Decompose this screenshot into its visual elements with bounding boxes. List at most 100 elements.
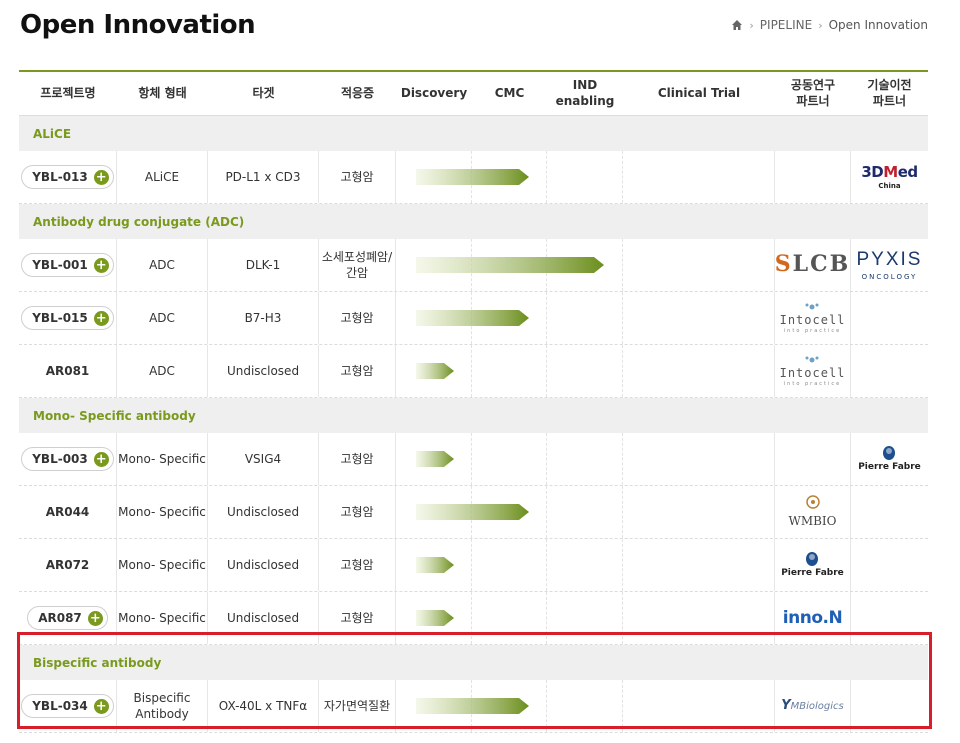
cell-format: Mono- Specific bbox=[117, 592, 208, 644]
partner-logo: 3DMed China bbox=[861, 163, 918, 191]
project-pill[interactable]: AR087 + bbox=[27, 605, 108, 631]
cell-cmc bbox=[472, 539, 547, 591]
cell-ind bbox=[547, 539, 623, 591]
progress-bar bbox=[416, 502, 529, 522]
cell-format: Mono- Specific bbox=[117, 539, 208, 591]
cell-format: ADC bbox=[117, 292, 208, 344]
cell-project: AR044 bbox=[19, 486, 117, 538]
cell-project: AR087 + bbox=[19, 592, 117, 644]
project-code: AR044 bbox=[45, 504, 90, 519]
partner-logo: Intocell into practice bbox=[780, 355, 846, 388]
cell-tt-partner: PYXIS ONCOLOGY bbox=[851, 239, 928, 291]
cell-ind bbox=[547, 433, 623, 485]
cell-tt-partner bbox=[851, 680, 928, 732]
cell-co-partner: WMBIO bbox=[775, 486, 851, 538]
cell-target: VSIG4 bbox=[208, 433, 319, 485]
cell-co-partner: YMBiologics bbox=[775, 680, 851, 732]
table-row: AR087 + Mono- Specific Undisclosed 고형암 in… bbox=[19, 592, 928, 645]
cell-indication: 고형암 bbox=[319, 433, 396, 485]
cell-ind bbox=[547, 292, 623, 344]
project-pill[interactable]: YBL-034 + bbox=[21, 693, 114, 719]
cell-project: AR072 bbox=[19, 539, 117, 591]
cell-clinical bbox=[623, 680, 775, 732]
cell-co-partner bbox=[775, 433, 851, 485]
cell-format: ADC bbox=[117, 239, 208, 291]
cell-tt-partner bbox=[851, 292, 928, 344]
cell-project: YBL-015 + bbox=[19, 292, 117, 344]
col-header-clinical-trial: Clinical Trial bbox=[657, 85, 741, 100]
col-header-discovery: Discovery bbox=[400, 85, 468, 100]
cell-target: PD-L1 x CD3 bbox=[208, 151, 319, 203]
plus-icon[interactable]: + bbox=[93, 698, 109, 714]
table-row: YBL-034 + Bispecific Antibody OX-40L x TN… bbox=[19, 680, 928, 733]
table-row: YBL-003 + Mono- Specific VSIG4 고형암 Pierre… bbox=[19, 433, 928, 486]
cell-co-partner: Pierre Fabre bbox=[775, 539, 851, 591]
chevron-right-icon: › bbox=[818, 18, 823, 32]
plus-icon[interactable]: + bbox=[93, 169, 109, 185]
pipeline-table: 프로젝트명 항체 형태 타겟 적응증 Discovery CMC IND ena… bbox=[19, 70, 928, 733]
cell-target: Undisclosed bbox=[208, 345, 319, 397]
col-header-project: 프로젝트명 bbox=[40, 85, 96, 100]
cell-co-partner: SLCB bbox=[775, 239, 851, 291]
cell-indication: 자가면역질환 bbox=[319, 680, 396, 732]
col-header-cmc: CMC bbox=[494, 85, 525, 100]
home-icon[interactable] bbox=[731, 19, 743, 31]
plus-icon[interactable]: + bbox=[93, 257, 109, 273]
plus-icon[interactable]: + bbox=[87, 610, 103, 626]
cell-tt-partner: Pierre Fabre bbox=[851, 433, 928, 485]
breadcrumb-current: Open Innovation bbox=[828, 18, 928, 32]
cell-clinical bbox=[623, 345, 775, 397]
table-row: AR072 Mono- Specific Undisclosed 고형암 Pie… bbox=[19, 539, 928, 592]
cell-target: Undisclosed bbox=[208, 592, 319, 644]
group-header: Bispecific antibody bbox=[19, 645, 928, 680]
partner-logo: Intocell into practice bbox=[780, 302, 846, 335]
cell-cmc bbox=[472, 345, 547, 397]
project-pill[interactable]: YBL-003 + bbox=[21, 446, 114, 472]
cell-indication: 고형암 bbox=[319, 539, 396, 591]
cell-target: Undisclosed bbox=[208, 486, 319, 538]
breadcrumb-pipeline[interactable]: PIPELINE bbox=[760, 18, 812, 32]
col-header-tt-partner: 기술이전 파트너 bbox=[867, 77, 912, 108]
project-code: YBL-034 bbox=[32, 698, 88, 713]
cell-cmc bbox=[472, 592, 547, 644]
project-code: AR072 bbox=[45, 557, 90, 572]
cell-clinical bbox=[623, 539, 775, 591]
col-header-indication: 적응증 bbox=[340, 85, 375, 100]
cell-co-partner: inno.N bbox=[775, 592, 851, 644]
table-row: AR081 ADC Undisclosed 고형암 Intocell into p… bbox=[19, 345, 928, 398]
group-header: Mono- Specific antibody bbox=[19, 398, 928, 433]
partner-logo: SLCB bbox=[774, 251, 851, 278]
cell-project: YBL-001 + bbox=[19, 239, 117, 291]
cell-format: Bispecific Antibody bbox=[117, 680, 208, 732]
cell-indication: 고형암 bbox=[319, 151, 396, 203]
cell-co-partner bbox=[775, 151, 851, 203]
table-header: 프로젝트명 항체 형태 타겟 적응증 Discovery CMC IND ena… bbox=[19, 72, 928, 116]
plus-icon[interactable]: + bbox=[93, 310, 109, 326]
progress-bar bbox=[416, 361, 454, 381]
progress-bar bbox=[416, 449, 454, 469]
cell-indication: 고형암 bbox=[319, 345, 396, 397]
plus-icon[interactable]: + bbox=[93, 451, 109, 467]
project-pill[interactable]: YBL-001 + bbox=[21, 252, 114, 278]
cell-cmc bbox=[472, 433, 547, 485]
cell-ind bbox=[547, 486, 623, 538]
progress-bar bbox=[416, 167, 529, 187]
cell-project: YBL-013 + bbox=[19, 151, 117, 203]
col-header-co-partner: 공동연구 파트너 bbox=[790, 77, 836, 108]
cell-format: ALiCE bbox=[117, 151, 208, 203]
cell-tt-partner bbox=[851, 345, 928, 397]
progress-bar bbox=[416, 308, 529, 328]
progress-bar bbox=[416, 608, 454, 628]
project-code: YBL-013 bbox=[32, 169, 88, 184]
project-pill[interactable]: YBL-015 + bbox=[21, 305, 114, 331]
project-pill[interactable]: YBL-013 + bbox=[21, 164, 114, 190]
cell-format: Mono- Specific bbox=[117, 433, 208, 485]
cell-tt-partner bbox=[851, 592, 928, 644]
cell-ind bbox=[547, 680, 623, 732]
cell-format: ADC bbox=[117, 345, 208, 397]
col-header-format: 항체 형태 bbox=[138, 85, 187, 100]
group-header: ALiCE bbox=[19, 116, 928, 151]
cell-indication: 고형암 bbox=[319, 292, 396, 344]
partner-logo: YMBiologics bbox=[781, 698, 844, 714]
cell-tt-partner bbox=[851, 539, 928, 591]
